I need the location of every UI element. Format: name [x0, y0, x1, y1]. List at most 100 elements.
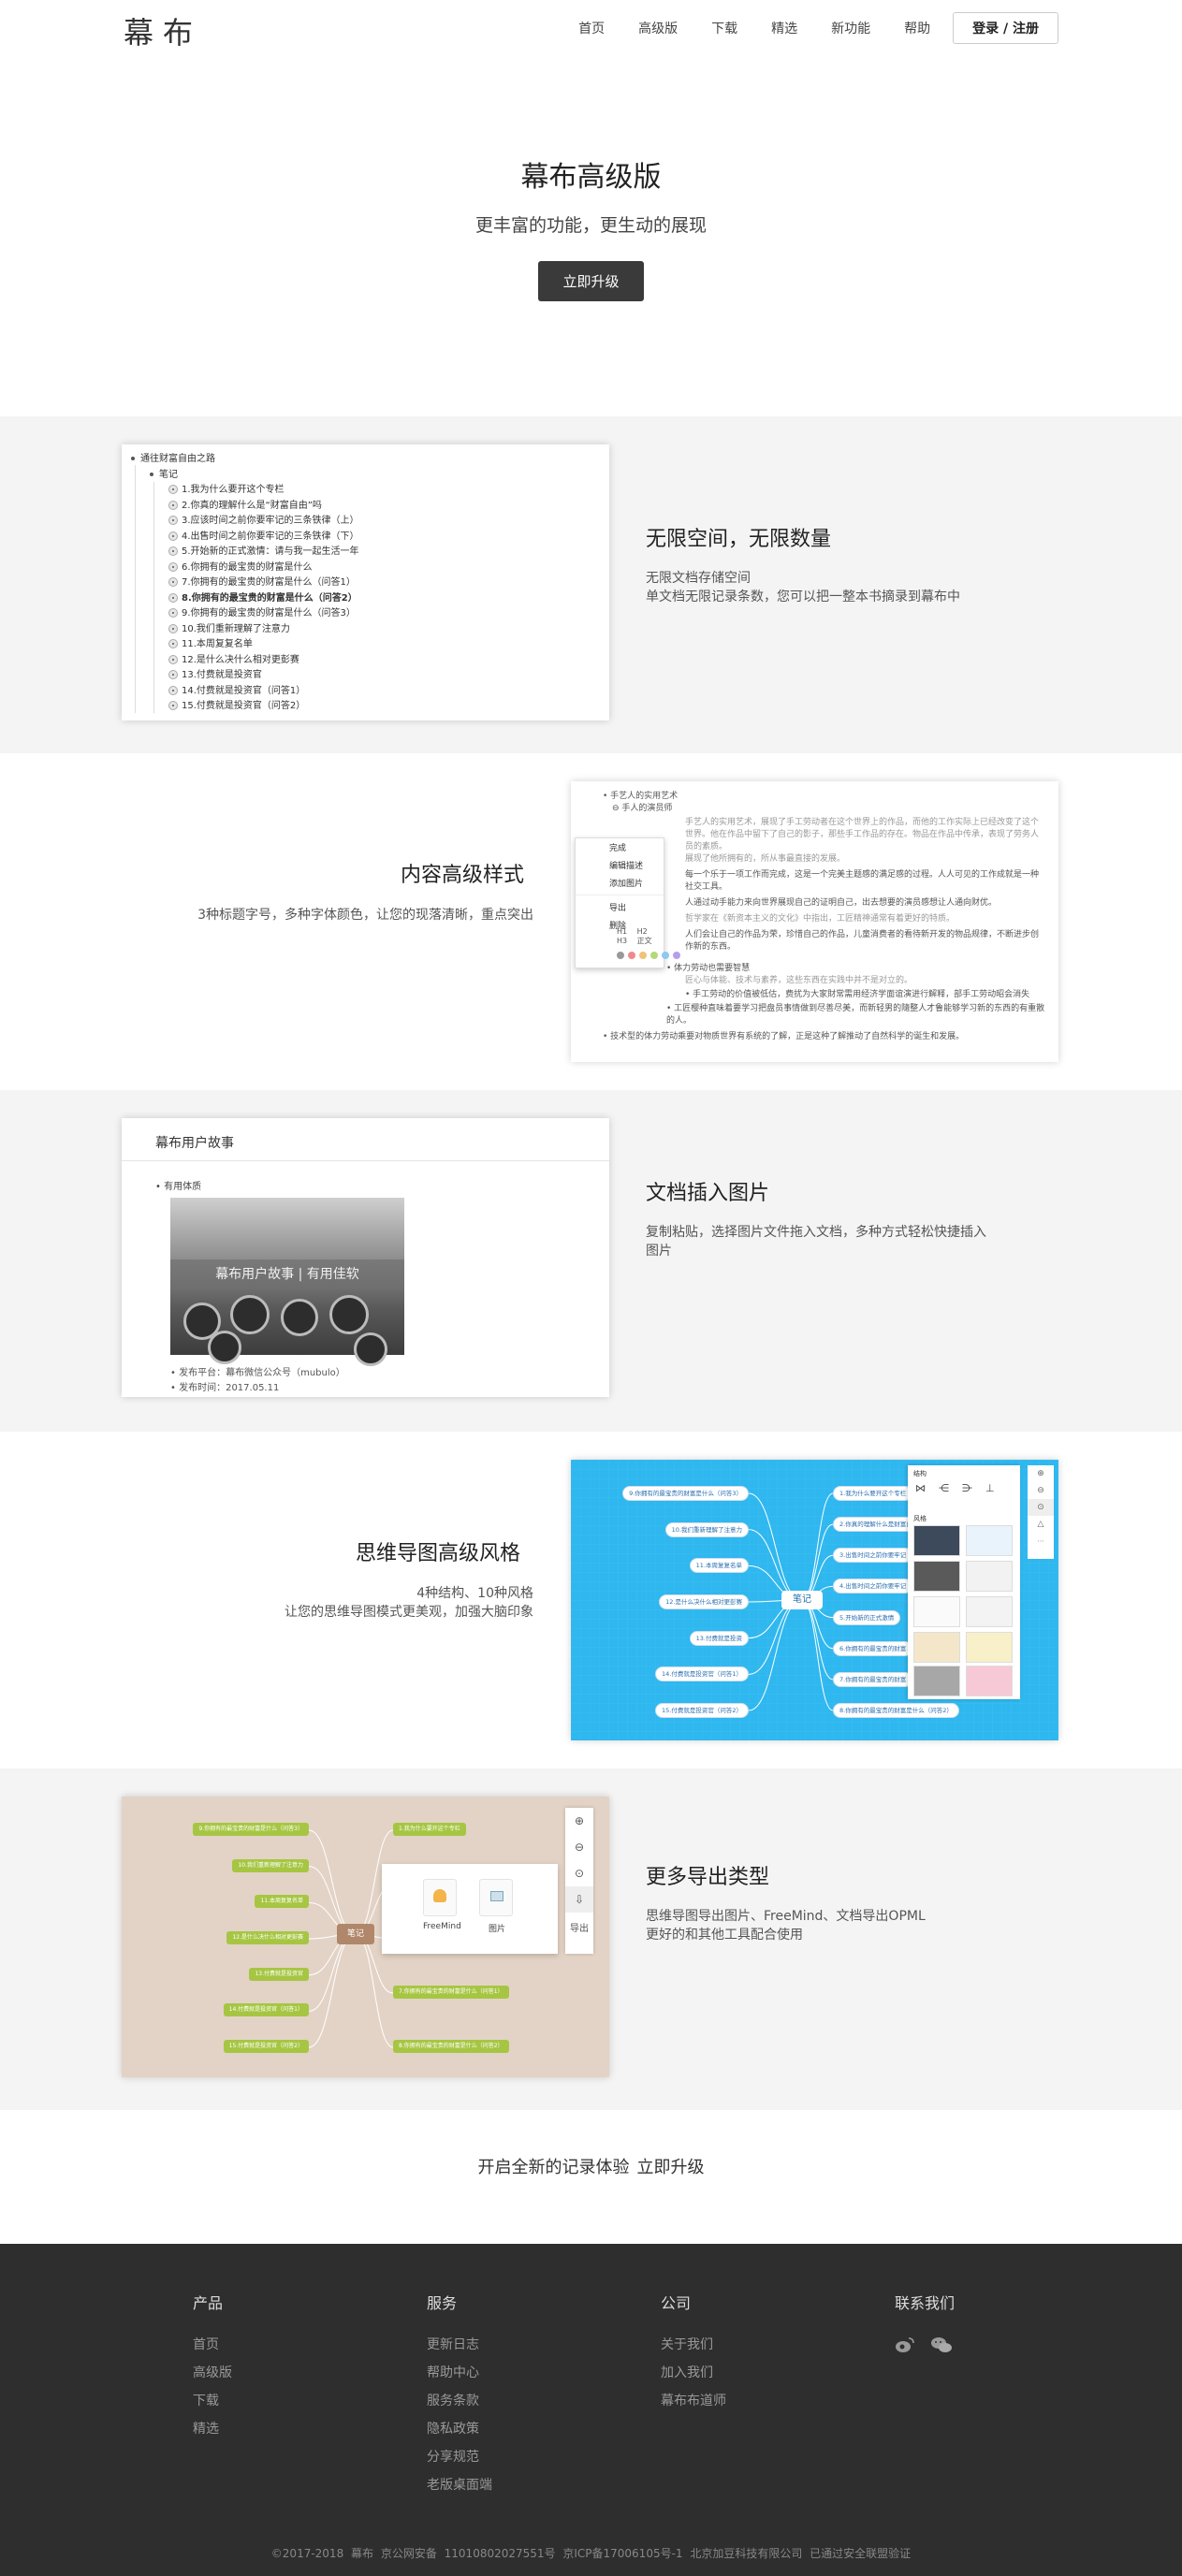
mindmap-node[interactable]: 9.你拥有的最宝贵的财富是什么（问答3） [193, 1823, 309, 1836]
mindmap-node[interactable]: 8.你拥有的最宝贵的财富是什么（问答2） [833, 1703, 959, 1718]
zoom-out-icon[interactable]: ⊖ [1028, 1482, 1054, 1499]
style-tile[interactable] [966, 1666, 1013, 1696]
style-tile[interactable] [913, 1525, 960, 1556]
nav-download[interactable]: 下载 [711, 19, 737, 37]
outline-item[interactable]: 6.你拥有的最宝贵的财富是什么 [131, 560, 600, 576]
outline-item[interactable]: 4.出售时间之前你要牢记的三条铁律（下） [131, 530, 600, 546]
bullet-icon[interactable] [168, 592, 178, 603]
mindmap-node[interactable]: 15.付费就是投资官（问答2） [655, 1703, 749, 1718]
mindmap-node[interactable]: 13.付费就是投资 [689, 1630, 749, 1646]
bullet-icon[interactable] [168, 561, 178, 572]
mindmap-node[interactable]: 4.出售时间之前你要牢记 [833, 1579, 913, 1594]
h3-button[interactable]: H3 [617, 937, 627, 945]
more-icon[interactable]: ⋯ [1028, 1533, 1054, 1550]
nav-premium[interactable]: 高级版 [638, 19, 678, 37]
export-label[interactable]: 导出 [565, 1916, 593, 1943]
outline-item[interactable]: 13.付费就是投资官 [131, 668, 600, 684]
footer-link[interactable]: 帮助中心 [427, 2365, 492, 2382]
fit-icon[interactable]: ⊙ [1028, 1499, 1054, 1516]
mindmap-node[interactable]: 7.你拥有的最宝贵的财富 [833, 1671, 913, 1687]
nav-new-features[interactable]: 新功能 [831, 19, 870, 37]
outline-item[interactable]: 3.应该时间之前你要牢记的三条铁律（上） [131, 514, 600, 530]
image-export-item[interactable] [479, 1879, 513, 1916]
mindmap-node[interactable]: 3.出售时间之前你要牢记 [833, 1548, 913, 1564]
h1-button[interactable]: H1 [617, 927, 627, 936]
outline-item[interactable]: 1.我为什么要开这个专栏 [131, 483, 600, 499]
footer-link[interactable]: 高级版 [193, 2365, 232, 2382]
mindmap-node[interactable]: 14.付费就是投资官（问答1） [655, 1666, 749, 1682]
zoom-out-icon[interactable]: ⊖ [565, 1834, 593, 1860]
bullet-icon[interactable] [168, 531, 178, 541]
wechat-icon[interactable] [930, 2336, 952, 2353]
body-text-button[interactable]: 正文 [637, 937, 652, 945]
download-icon[interactable]: ⇩ [565, 1886, 593, 1913]
mindmap-node[interactable]: 12.是什么决什么相对更彭赛 [226, 1931, 309, 1944]
mindmap-node[interactable]: 12.是什么决什么相对更彭赛 [659, 1594, 749, 1609]
bullet-icon[interactable] [168, 685, 178, 695]
bullet-icon[interactable] [168, 670, 178, 679]
footer-link[interactable]: 服务条款 [427, 2393, 492, 2410]
mindmap-center-node[interactable]: 笔记 [781, 1591, 823, 1609]
footer-link[interactable]: 关于我们 [661, 2336, 726, 2354]
mindmap-node[interactable]: 8.你拥有的最宝贵的财富是什么（问答2） [393, 2040, 509, 2053]
mindmap-node[interactable]: 1.我为什么要开这个专栏 [393, 1823, 466, 1836]
footer-link[interactable]: 老版桌面端 [427, 2477, 492, 2495]
footer-link[interactable]: 精选 [193, 2421, 232, 2438]
weibo-icon[interactable] [895, 2336, 915, 2353]
login-button[interactable]: 登录 / 注册 [953, 12, 1058, 44]
nav-featured[interactable]: 精选 [771, 19, 797, 37]
footer-link[interactable]: 分享规范 [427, 2449, 492, 2467]
menu-item-complete[interactable]: 完成 [576, 838, 664, 856]
color-swatch[interactable] [650, 952, 658, 959]
structure-right-icon[interactable]: ⋺ [962, 1482, 972, 1494]
cta-upgrade-link[interactable]: 立即升级 [637, 2158, 705, 2177]
color-swatch[interactable] [639, 952, 647, 959]
footer-link[interactable]: 隐私政策 [427, 2421, 492, 2438]
bullet-icon[interactable] [168, 500, 178, 510]
color-swatch[interactable] [673, 952, 680, 959]
footer-link[interactable]: 首页 [193, 2336, 232, 2354]
bullet-icon[interactable] [168, 546, 178, 556]
footer-link[interactable]: 加入我们 [661, 2365, 726, 2382]
zoom-in-icon[interactable]: ⊕ [1028, 1465, 1054, 1482]
bullet-icon[interactable] [168, 654, 178, 664]
footer-link[interactable]: 下载 [193, 2393, 232, 2410]
style-tile[interactable] [913, 1596, 960, 1627]
mindmap-node[interactable]: 11.本周复复名单 [689, 1558, 749, 1574]
freemind-export-item[interactable] [423, 1879, 457, 1916]
structure-both-icon[interactable]: ⋈ [915, 1482, 926, 1494]
bullet-icon[interactable] [168, 516, 178, 525]
color-swatch[interactable] [628, 952, 635, 959]
structure-left-icon[interactable]: ⋲ [939, 1482, 949, 1494]
outline-item[interactable]: 14.付费就是投资官（问答1） [131, 684, 600, 700]
nav-help[interactable]: 帮助 [904, 19, 930, 37]
mindmap-node[interactable]: 9.你拥有的最宝贵的财富是什么（问答3） [622, 1486, 749, 1501]
color-swatch[interactable] [617, 952, 624, 959]
footer-link[interactable]: 更新日志 [427, 2336, 492, 2354]
bullet-icon[interactable] [168, 623, 178, 633]
mindmap-center-node[interactable]: 笔记 [337, 1924, 374, 1944]
style-tile[interactable] [966, 1561, 1013, 1592]
mindmap-node[interactable]: 6.你拥有的最宝贵的财富 [833, 1640, 913, 1656]
mindmap-node[interactable]: 14.付费就是投资官（问答1） [223, 2003, 309, 2017]
bullet-icon[interactable] [168, 639, 178, 648]
outline-item[interactable]: 8.你拥有的最宝贵的财富是什么（问答2） [131, 591, 600, 607]
mindmap-node[interactable]: 11.本周复复名单 [255, 1895, 309, 1909]
style-tile[interactable] [966, 1632, 1013, 1663]
style-tile[interactable] [913, 1632, 960, 1663]
style-tile[interactable] [966, 1596, 1013, 1627]
outline-item[interactable]: 2.你真的理解什么是“财富自由”吗 [131, 499, 600, 515]
style-tile[interactable] [913, 1666, 960, 1696]
mindmap-node[interactable]: 1.我为什么要开这个专栏 [833, 1486, 913, 1501]
mindmap-node[interactable]: 7.你拥有的最宝贵的财富是什么（问答1） [393, 1986, 509, 1999]
menu-item-export[interactable]: 导出 [576, 898, 664, 916]
structure-tree-icon[interactable]: ⊥ [985, 1482, 995, 1494]
mindmap-node[interactable]: 5.开始新的正式激情 [833, 1609, 901, 1625]
color-swatch[interactable] [662, 952, 669, 959]
outline-item[interactable]: 5.开始新的正式激情：请与我一起生活一年 [131, 545, 600, 560]
fit-icon[interactable]: ⊙ [565, 1860, 593, 1886]
menu-item-edit-desc[interactable]: 编辑描述 [576, 856, 664, 874]
bullet-icon[interactable] [168, 608, 178, 618]
nav-home[interactable]: 首页 [578, 19, 605, 37]
footer-link[interactable]: 幕布布道师 [661, 2393, 726, 2410]
